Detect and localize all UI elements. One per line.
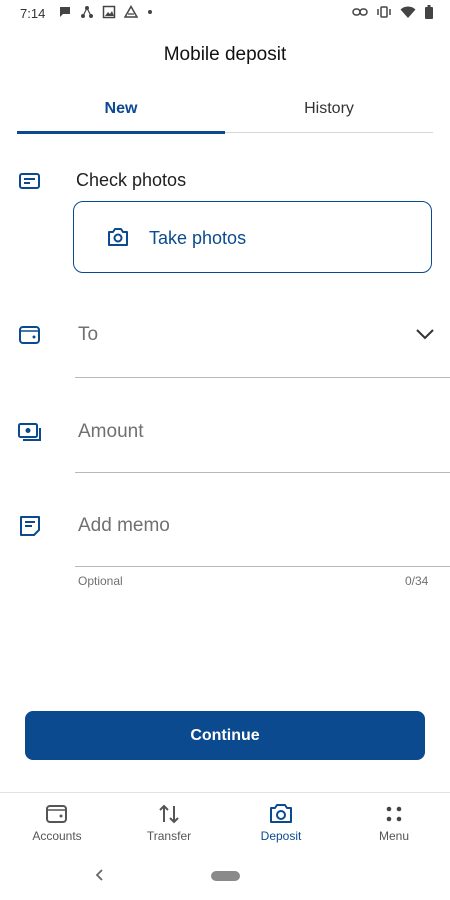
battery-icon bbox=[425, 5, 433, 19]
money-icon bbox=[18, 423, 41, 441]
wifi-icon bbox=[400, 6, 416, 18]
check-photos-label: Check photos bbox=[76, 170, 187, 190]
memo-field-underline bbox=[75, 566, 450, 567]
tab-active-indicator bbox=[17, 131, 225, 134]
transfer-icon bbox=[159, 804, 179, 824]
gallery-icon bbox=[102, 5, 116, 19]
nav-menu[interactable]: Menu bbox=[338, 793, 450, 853]
drive-icon bbox=[124, 5, 138, 18]
nav-menu-label: Menu bbox=[378, 829, 410, 843]
home-handle[interactable] bbox=[211, 871, 240, 881]
nav-transfer-label: Transfer bbox=[146, 829, 192, 843]
nav-accounts[interactable]: Accounts bbox=[1, 793, 113, 853]
wallet-icon bbox=[19, 326, 40, 344]
menu-dots-icon bbox=[386, 806, 402, 822]
take-photos-button[interactable]: Take photos bbox=[73, 201, 432, 273]
memo-helper-text: Optional bbox=[78, 574, 123, 588]
status-bar: 7:14 bbox=[0, 0, 450, 28]
back-icon[interactable] bbox=[94, 866, 106, 884]
wallet-icon bbox=[46, 805, 67, 823]
tab-new[interactable]: New bbox=[17, 100, 225, 118]
camera-icon bbox=[270, 804, 292, 823]
chevron-down-icon[interactable] bbox=[414, 326, 436, 342]
page-title: Mobile deposit bbox=[163, 44, 287, 65]
vibrate-icon bbox=[377, 6, 391, 18]
memo-field[interactable]: Add memo bbox=[78, 515, 170, 537]
nav-deposit-label: Deposit bbox=[260, 829, 302, 843]
memo-icon bbox=[20, 516, 40, 536]
to-field-underline bbox=[75, 377, 450, 378]
amount-field-underline bbox=[75, 472, 450, 473]
to-field[interactable]: To bbox=[78, 324, 98, 346]
memo-char-counter: 0/34 bbox=[405, 574, 429, 588]
tab-history[interactable]: History bbox=[225, 100, 433, 118]
status-notification-icons bbox=[58, 5, 154, 19]
status-time: 7:14 bbox=[20, 6, 46, 21]
continue-button[interactable]: Continue bbox=[25, 711, 425, 760]
chat-icon bbox=[60, 7, 70, 17]
link-icon bbox=[352, 8, 368, 16]
camera-icon bbox=[108, 228, 128, 246]
bottom-nav: Accounts Transfer Deposit Menu bbox=[0, 792, 450, 853]
status-system-icons bbox=[352, 5, 434, 19]
network-icon bbox=[81, 6, 93, 18]
take-photos-label: Take photos bbox=[149, 228, 247, 248]
amount-field[interactable]: Amount bbox=[78, 421, 143, 443]
nav-accounts-label: Accounts bbox=[32, 829, 82, 843]
nav-deposit[interactable]: Deposit bbox=[225, 793, 337, 853]
tab-divider bbox=[225, 132, 433, 133]
check-icon bbox=[19, 173, 40, 189]
system-nav-bar bbox=[0, 852, 450, 900]
nav-transfer[interactable]: Transfer bbox=[113, 793, 225, 853]
dot-icon bbox=[148, 10, 152, 14]
